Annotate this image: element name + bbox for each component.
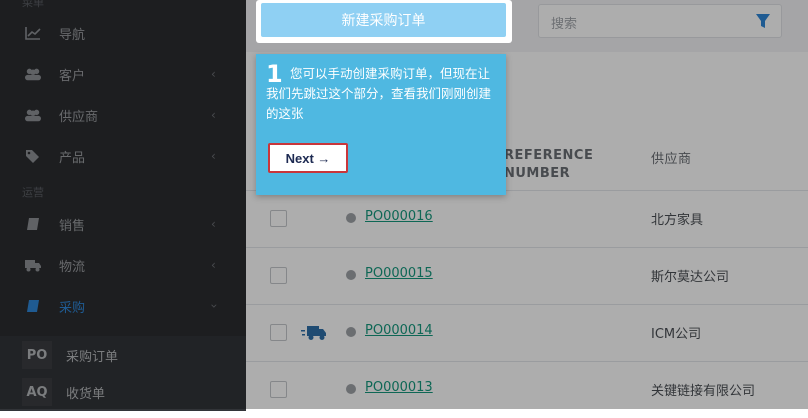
tour-text: 您可以手动创建采购订单，但现在让我们先跳过这个部分，查看我们刚刚创建的这张 bbox=[266, 66, 492, 121]
tour-next-button[interactable]: Next → bbox=[268, 143, 348, 173]
tour-popover: 1 您可以手动创建采购订单，但现在让我们先跳过这个部分，查看我们刚刚创建的这张 … bbox=[256, 54, 506, 195]
new-purchase-order-button[interactable]: 新建采购订单 bbox=[261, 3, 506, 37]
